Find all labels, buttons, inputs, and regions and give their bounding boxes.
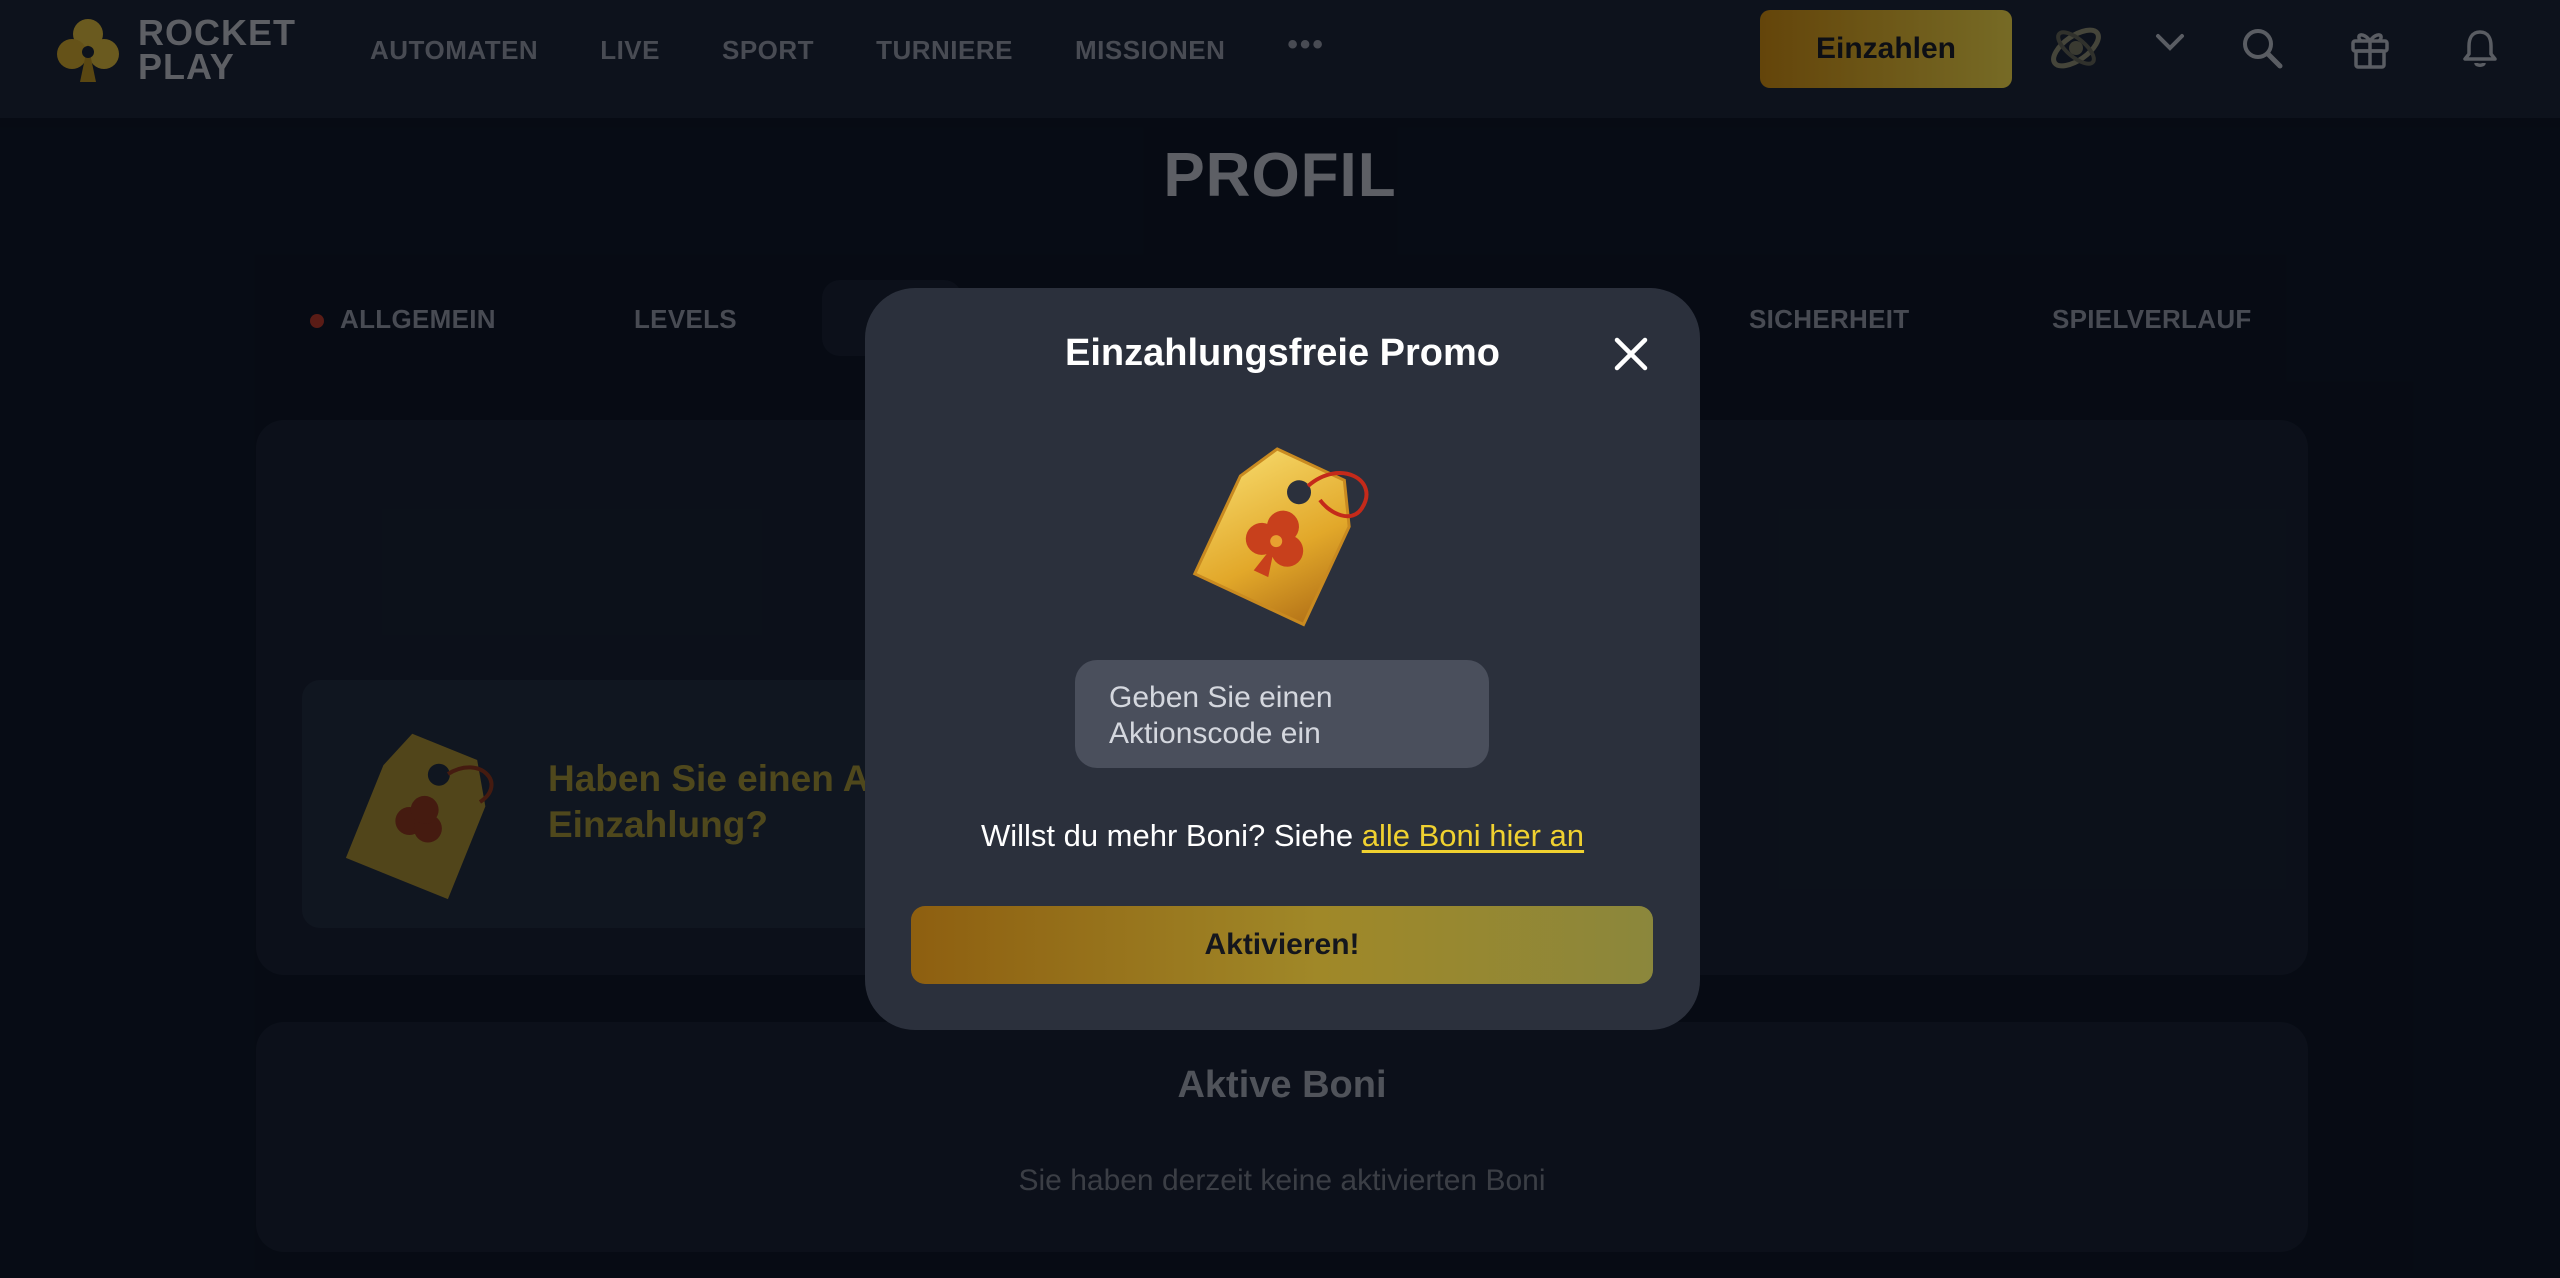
promo-tag-icon — [1192, 447, 1369, 627]
more-bonuses-line: Willst du mehr Boni? Siehe alle Boni hie… — [865, 818, 1700, 854]
modal-title: Einzahlungsfreie Promo — [1065, 332, 1500, 374]
promo-code-placeholder: Geben Sie einen Aktionscode ein — [1109, 681, 1333, 750]
more-bonuses-text: Willst du mehr Boni? Siehe — [980, 818, 1362, 853]
activate-button[interactable]: Aktivieren! — [911, 906, 1653, 984]
promo-modal: Einzahlungsfreie Promo Geben Sie einen A… — [865, 288, 1700, 1030]
close-icon[interactable] — [1607, 330, 1655, 378]
all-bonuses-link[interactable]: alle Boni hier an — [1362, 818, 1584, 853]
